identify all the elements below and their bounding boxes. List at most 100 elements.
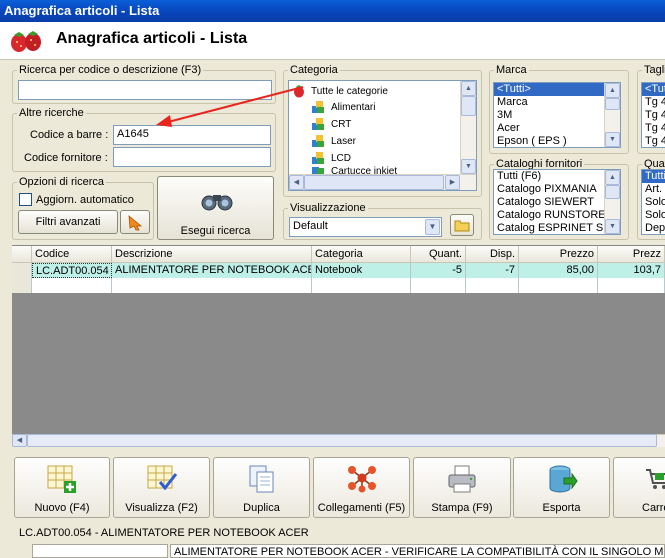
scroll-left-button[interactable]: ◀: [12, 434, 27, 447]
cell-empty[interactable]: [598, 278, 665, 293]
scroll-left-button[interactable]: ◀: [289, 175, 304, 190]
articles-grid: Codice Descrizione Categoria Quant. Disp…: [12, 245, 665, 447]
cell-empty[interactable]: [411, 278, 466, 293]
table-row[interactable]: LC.ADT00.054 ALIMENTATORE PER NOTEBOOK A…: [12, 263, 665, 278]
cell-quant[interactable]: -5: [411, 263, 466, 278]
size-item[interactable]: <Tutt: [642, 83, 665, 96]
catalog-item[interactable]: Catalogo PIXMANIA: [494, 183, 604, 196]
scroll-right-button[interactable]: ▶: [445, 175, 460, 190]
auto-update-checkbox[interactable]: [19, 193, 32, 206]
column-header-categoria[interactable]: Categoria: [312, 246, 411, 263]
cell-disp[interactable]: -7: [466, 263, 519, 278]
cell-codice[interactable]: LC.ADT00.054: [32, 263, 112, 278]
cell-empty[interactable]: [466, 278, 519, 293]
column-header-codice[interactable]: Codice: [32, 246, 112, 263]
column-header-descrizione[interactable]: Descrizione: [112, 246, 312, 263]
filter-dropdown-button[interactable]: [120, 210, 150, 234]
category-item[interactable]: CRT: [331, 119, 351, 130]
view-button-label: Visualizza (F2): [125, 502, 198, 514]
code-search-input[interactable]: [18, 80, 272, 100]
quantity-item[interactable]: Solo: [642, 209, 665, 222]
cell-empty[interactable]: [519, 278, 598, 293]
scroll-up-button[interactable]: ▲: [605, 170, 620, 185]
catalog-item[interactable]: Catalog ESPRINET SPA: [494, 222, 604, 234]
binoculars-icon: [201, 195, 233, 211]
scroll-down-button[interactable]: ▼: [605, 219, 620, 234]
brand-item[interactable]: Epson ( EPS ): [494, 135, 604, 147]
cart-icon: [646, 469, 665, 489]
column-header-prezzo[interactable]: Prezzo: [519, 246, 598, 263]
chevron-down-icon[interactable]: ▼: [425, 219, 440, 235]
scroll-thumb[interactable]: [461, 96, 476, 116]
quantity-item[interactable]: Depo: [642, 222, 665, 234]
column-header-quant[interactable]: Quant.: [411, 246, 466, 263]
catalogs-listbox[interactable]: Tutti (F6) Catalogo PIXMANIA Catalogo SI…: [493, 169, 621, 235]
code-search-legend: Ricerca per codice o descrizione (F3): [19, 64, 202, 76]
strawberry-logo-icon: [11, 31, 41, 52]
window-title-bar: Anagrafica articoli - Lista: [0, 0, 665, 22]
category-tree[interactable]: Tutte le categorie Alimentari CRT Laser …: [288, 80, 477, 191]
size-item[interactable]: Tg 4: [642, 122, 665, 135]
brand-item[interactable]: Acer: [494, 122, 604, 135]
category-item[interactable]: Alimentari: [331, 102, 375, 113]
page-header: Anagrafica articoli - Lista: [0, 22, 665, 60]
display-select[interactable]: Default ▼: [289, 217, 442, 237]
category-item[interactable]: Cartucce inkjet: [331, 166, 397, 174]
sizes-legend: Tagli: [644, 64, 665, 76]
category-root[interactable]: Tutte le categorie: [311, 86, 388, 97]
brand-item[interactable]: 3M: [494, 109, 604, 122]
column-header-disp[interactable]: Disp.: [466, 246, 519, 263]
scroll-up-button[interactable]: ▲: [605, 83, 620, 98]
size-item[interactable]: Tg 4: [642, 135, 665, 147]
links-button[interactable]: Collegamenti (F5): [313, 457, 410, 518]
barcode-input[interactable]: A1645: [113, 125, 271, 145]
print-button[interactable]: Stampa (F9): [413, 457, 511, 518]
brand-listbox[interactable]: <Tutti> Marca 3M Acer Epson ( EPS ) ▲ ▼: [493, 82, 621, 148]
scroll-thumb[interactable]: [605, 98, 620, 110]
size-item[interactable]: Tg 4: [642, 96, 665, 109]
sizes-listbox[interactable]: <Tutt Tg 4 Tg 4 Tg 4 Tg 4: [641, 82, 665, 148]
brand-item[interactable]: Marca: [494, 96, 604, 109]
scroll-down-button[interactable]: ▼: [605, 132, 620, 147]
category-item[interactable]: Laser: [331, 136, 356, 147]
category-item[interactable]: LCD: [331, 153, 351, 164]
cell-prezzo[interactable]: 85,00: [519, 263, 598, 278]
column-header-prezzo-2[interactable]: Prezz: [598, 246, 665, 263]
grid-hscrollbar[interactable]: ◀: [12, 434, 665, 447]
cell-prezzo-2[interactable]: 103,7: [598, 263, 665, 278]
new-button[interactable]: Nuovo (F4): [14, 457, 110, 518]
cell-empty[interactable]: [312, 278, 411, 293]
category-hscrollbar[interactable]: ◀ ▶: [289, 174, 476, 190]
run-search-button[interactable]: Esegui ricerca: [157, 176, 274, 240]
cell-empty[interactable]: [32, 278, 112, 293]
quantity-item[interactable]: Art.: [642, 183, 665, 196]
cell-descrizione[interactable]: ALIMENTATORE PER NOTEBOOK ACER: [112, 263, 312, 278]
quantity-listbox[interactable]: Tutti Art. Solo Solo Depo: [641, 169, 665, 235]
size-item[interactable]: Tg 4: [642, 109, 665, 122]
brand-item[interactable]: <Tutti>: [494, 83, 604, 96]
quantity-item[interactable]: Solo: [642, 196, 665, 209]
catalog-item[interactable]: Catalogo SIEWERT: [494, 196, 604, 209]
brand-vscrollbar[interactable]: ▲ ▼: [604, 83, 620, 147]
view-button[interactable]: Visualizza (F2): [113, 457, 210, 518]
catalog-item[interactable]: Tutti (F6): [494, 170, 604, 183]
cell-categoria[interactable]: Notebook: [312, 263, 411, 278]
scroll-thumb[interactable]: [304, 175, 444, 190]
scroll-down-button[interactable]: ▼: [461, 159, 476, 174]
window-title: Anagrafica articoli - Lista: [4, 3, 160, 18]
quantity-item[interactable]: Tutti: [642, 170, 665, 183]
table-row-new[interactable]: [12, 278, 665, 293]
scroll-thumb[interactable]: [27, 434, 657, 447]
open-folder-button[interactable]: [450, 214, 474, 236]
scroll-thumb[interactable]: [605, 185, 620, 199]
advanced-filters-button[interactable]: Filtri avanzati: [18, 210, 118, 234]
supplier-code-input[interactable]: [113, 147, 271, 167]
catalogs-vscrollbar[interactable]: ▲ ▼: [604, 170, 620, 234]
duplicate-button[interactable]: Duplica: [213, 457, 310, 518]
cart-button[interactable]: Carre: [613, 457, 665, 518]
export-button[interactable]: Esporta: [513, 457, 610, 518]
cell-empty[interactable]: [112, 278, 312, 293]
scroll-up-button[interactable]: ▲: [461, 81, 476, 96]
category-vscrollbar[interactable]: ▲ ▼: [460, 81, 476, 174]
catalog-item[interactable]: Catalogo RUNSTORE: [494, 209, 604, 222]
